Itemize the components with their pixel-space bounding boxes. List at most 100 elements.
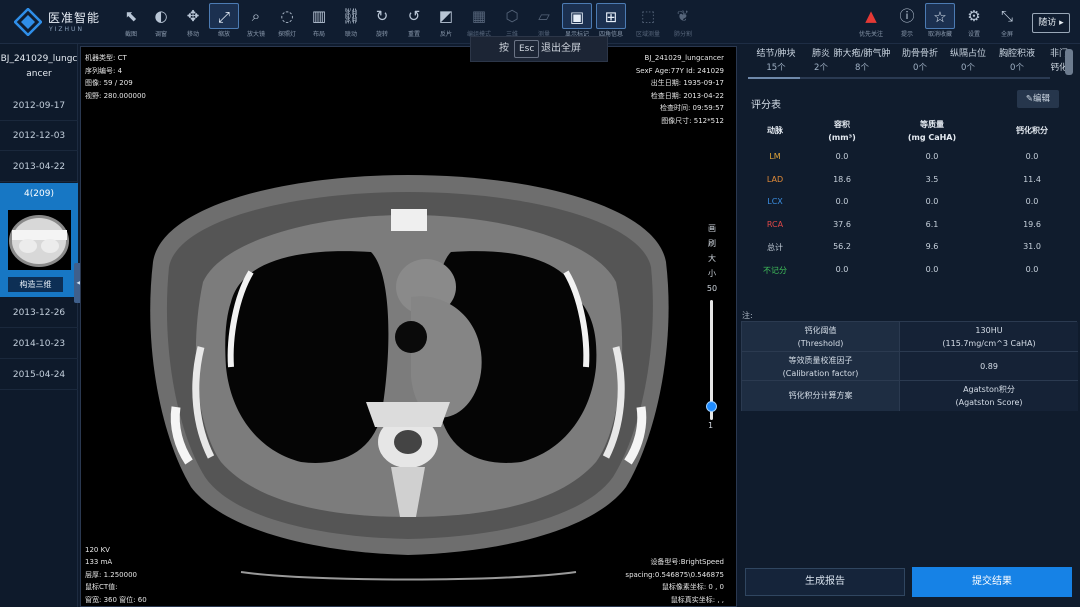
param-label: 等效质量校准因子 (Calibration factor) (742, 352, 900, 380)
series-card-active[interactable]: 4(209) 构造三维 (0, 183, 78, 297)
brush-char: 画 (708, 224, 716, 233)
param-value-text: Agatston积分 (963, 385, 1015, 394)
brush-char: 小 (708, 269, 716, 278)
tool-fullscreen-button[interactable]: ⤡ 全屏 (992, 3, 1022, 41)
rotate-icon: ↻ (375, 7, 389, 25)
table-cell: 0.0 (1025, 264, 1039, 274)
generate-report-button[interactable]: 生成报告 (745, 568, 905, 596)
tool-gear-button[interactable]: ⚙ 设置 (959, 3, 989, 41)
brush-min-value: 1 (708, 421, 714, 430)
reset-icon: ↺ (407, 7, 421, 25)
table-cell: 56.2 (833, 242, 851, 251)
note-label: 注: (742, 311, 753, 320)
parameters-table: 钙化阈值 (Threshold) 130HU (115.7mg/cm^3 CaHA)… (741, 321, 1078, 411)
tab-count: 0个 (913, 63, 927, 73)
overlay-text: 层厚: 1.250000 (85, 570, 137, 579)
overlay-text: 133 mA (85, 558, 113, 566)
study-date-item[interactable]: 2012-12-03 (0, 121, 78, 151)
tab-rib-fracture[interactable]: 肋骨骨折 0个 (898, 46, 942, 73)
study-date-item[interactable]: 2015-04-24 (0, 360, 78, 390)
tabs-scrollbar[interactable] (748, 77, 800, 79)
build-3d-button[interactable]: 构造三维 (8, 277, 63, 292)
table-header: 钙化积分 (1002, 124, 1062, 137)
cursor-icon: ⬉ (124, 7, 138, 25)
overlay-text: 鼠标真实坐标: , , (670, 595, 724, 604)
findings-panel: 结节/肿块 15个 肺炎 2个 肺大疱/肺气肿 8个 肋骨骨折 0个 纵隔占位 0个 胸腔… (740, 44, 1080, 607)
tool-label: 全屏 (1000, 31, 1013, 38)
table-cell: 18.6 (833, 174, 851, 184)
esc-key: Esc (514, 40, 540, 58)
study-date-item[interactable]: 2013-12-26 (0, 298, 78, 328)
move-icon: ✥ (186, 7, 200, 25)
tool-alert-circle-button[interactable]: ⓘ 提示 (892, 3, 922, 41)
overlay-text: 图像尺寸: 512*512 (661, 116, 724, 125)
param-row: 钙化积分计算方案 Agatston积分 (Agatston Score) (742, 381, 1078, 411)
study-date-item[interactable]: 2014-10-23 (0, 329, 78, 359)
overlay-text: SexF Age:77Y Id: 241029 (635, 66, 724, 75)
gear-icon: ⚙ (967, 7, 981, 25)
ct-viewer[interactable]: 机器类型: CT 序列编号: 4 图像: 59 / 209 视野: 280.00… (80, 46, 737, 607)
param-label: 钙化阈值 (Threshold) (742, 322, 900, 351)
tool-warning-button[interactable]: ▲ 优先关注 (856, 3, 886, 41)
table-cell: 0.0 (925, 264, 939, 274)
table-cell: 37.6 (833, 219, 851, 229)
edit-label: 编辑 (1033, 94, 1051, 104)
tab-mediastinal[interactable]: 纵隔占位 0个 (946, 46, 990, 73)
overlay-text: 视野: 280.000000 (85, 91, 146, 100)
grid-icon: ▦ (471, 7, 487, 25)
tab-effusion[interactable]: 胸腔积液 0个 (995, 46, 1039, 73)
header-text: 等质量 (920, 120, 944, 129)
brush-slider-handle[interactable] (706, 400, 717, 412)
layout-icon: ▥ (311, 7, 327, 25)
tab-count: 8个 (855, 63, 869, 73)
tab-label: 胸腔积液 (998, 49, 1035, 59)
param-value: Agatston积分 (Agatston Score) (900, 381, 1078, 411)
tab-label: 肺炎 (811, 49, 830, 59)
artery-name: LAD (766, 174, 784, 184)
edit-button[interactable]: ✎编辑 (1017, 90, 1059, 108)
follow-up-button[interactable]: 随访 ▸ (1032, 13, 1070, 33)
ct-scan-image[interactable] (81, 47, 736, 606)
series-thumbnail[interactable] (8, 210, 71, 270)
param-label-text: 钙化阈值 (804, 326, 837, 335)
artery-name: 总计 (767, 243, 783, 252)
table-header: 动脉 (750, 124, 800, 137)
tool-invert-button[interactable]: ◩ 反片 (431, 3, 461, 41)
tool-lung-button[interactable]: ❦ 肺分割 (668, 3, 698, 41)
artery-name: RCA (766, 219, 784, 229)
overlay-top-right: BJ_241029_lungcancer SexF Age:77Y Id: 24… (636, 52, 724, 127)
zoom-fit-icon: ⤢ (209, 3, 239, 29)
tab-count: 0个 (961, 63, 975, 73)
overlay-text: spacing:0.546875\0.546875 (625, 570, 724, 579)
overlay-text: BJ_241029_lungcancer (644, 54, 724, 62)
study-date-item[interactable]: 2013-04-22 (0, 152, 78, 182)
param-value-text: 130HU (975, 326, 1003, 335)
param-value: 130HU (115.7mg/cm^3 CaHA) (900, 322, 1078, 351)
study-sidebar: BJ_241029_lungcancer 2012-09-17 2012-12-… (0, 44, 78, 607)
study-date-item[interactable]: 2012-09-17 (0, 91, 78, 121)
tab-nodule[interactable]: 结节/肿块 15个 (750, 46, 802, 73)
brush-size-label: 画 刷 大 小 50 (706, 221, 718, 296)
param-row: 钙化阈值 (Threshold) 130HU (115.7mg/cm^3 CaHA) (742, 322, 1078, 352)
tool-area-button[interactable]: ⬚ 区域测量 (633, 3, 663, 41)
brush-value: 50 (706, 284, 718, 293)
table-cell: 31.0 (1023, 242, 1041, 251)
overlay-text: 出生日期: 1935-09-17 (650, 79, 724, 87)
table-cell: 0.0 (835, 264, 849, 274)
lung-icon: ❦ (676, 7, 690, 25)
overlay-text: 图像: 59 / 209 (85, 79, 133, 87)
table-cell: 0.0 (835, 152, 849, 161)
submit-result-button[interactable]: 提交结果 (912, 567, 1072, 597)
tool-star-button[interactable]: ☆ 取消收藏 (925, 3, 955, 41)
score-table-title: 评分表 (751, 100, 781, 111)
header-unit: (mg CaHA) (907, 133, 957, 142)
pencil-icon: ✎ (1025, 94, 1034, 104)
study-id: BJ_241029_lungcancer (0, 54, 78, 79)
tab-emphysema[interactable]: 肺大疱/肺气肿 8个 (832, 46, 892, 73)
table-header: 等质量 (mg CaHA) (900, 118, 964, 144)
tab-count: 0个 (1010, 63, 1024, 73)
table-cell: 0.0 (835, 197, 849, 206)
tab-count: 15个 (766, 63, 786, 73)
tabs-scroll-handle[interactable] (1065, 49, 1073, 75)
header-text: 钙化积分 (1016, 126, 1048, 135)
